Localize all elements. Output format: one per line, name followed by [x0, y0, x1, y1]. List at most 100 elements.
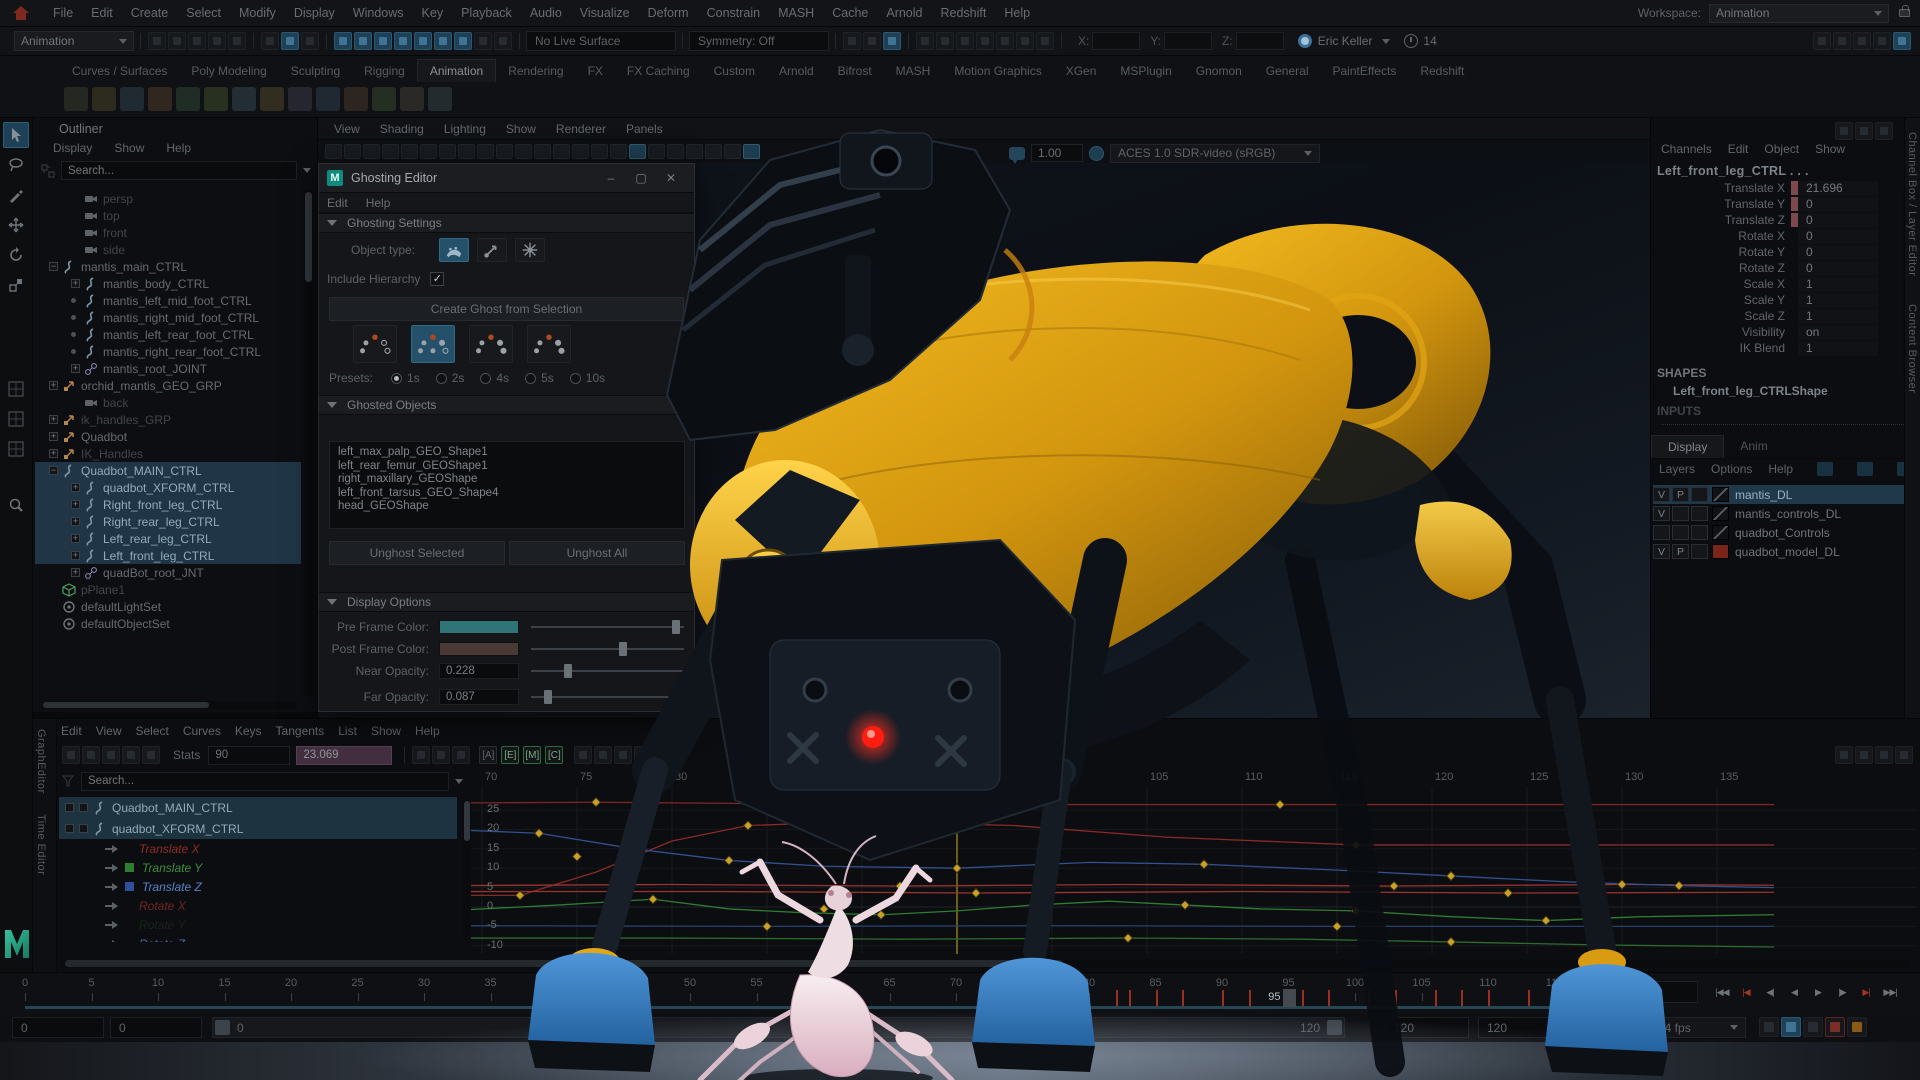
menubar-item-playback[interactable]: Playback — [452, 6, 521, 20]
layer-extra-toggle[interactable] — [1691, 544, 1708, 559]
linear-tangents-icon[interactable] — [594, 746, 612, 764]
anim-curve-speed-icon[interactable] — [1855, 122, 1873, 140]
animation-start-field[interactable]: 0 — [12, 1017, 104, 1038]
gate-mask-icon[interactable] — [515, 144, 532, 159]
outliner-item-quadbot-xform-ctrl[interactable]: +quadbot_XFORM_CTRL — [35, 479, 301, 496]
expand-toggle-icon[interactable]: + — [49, 415, 58, 424]
layer-editor-tab-display[interactable]: Display — [1651, 435, 1724, 458]
layer-color-swatch[interactable] — [1712, 525, 1729, 540]
insert-keys-icon[interactable] — [82, 746, 100, 764]
shelf-tab-bifrost[interactable]: Bifrost — [826, 60, 884, 82]
retime-keys-icon[interactable] — [142, 746, 160, 764]
playback-loop-icon[interactable] — [1759, 1017, 1779, 1037]
layer-extra-toggle[interactable] — [1691, 487, 1708, 502]
safe-title-icon[interactable] — [572, 144, 589, 159]
channel-value[interactable]: 1 — [1798, 309, 1878, 324]
visibility-toggle-icon[interactable] — [65, 824, 74, 833]
maximize-button-icon[interactable]: ▢ — [626, 171, 656, 185]
layer-visible-toggle[interactable] — [1653, 525, 1670, 540]
value-snap-icon[interactable] — [1855, 746, 1873, 764]
move-layer-up-icon[interactable] — [1817, 462, 1833, 476]
channel-box-icon[interactable] — [1893, 32, 1911, 50]
shelf-tab-gnomon[interactable]: Gnomon — [1184, 60, 1254, 82]
shelf-tab-general[interactable]: General — [1254, 60, 1321, 82]
menubar-item-help[interactable]: Help — [995, 6, 1039, 20]
expand-toggle-icon[interactable]: + — [71, 568, 80, 577]
graph-tree-quadbot-xform-ctrl[interactable]: quadbot_XFORM_CTRL — [59, 818, 457, 839]
tool-settings-icon[interactable] — [1873, 32, 1891, 50]
channel-box-menu-edit[interactable]: Edit — [1728, 142, 1749, 156]
channel-value[interactable]: 0 — [1798, 245, 1878, 260]
expand-toggle-icon[interactable]: + — [71, 551, 80, 560]
single-pane-layout-icon[interactable] — [3, 376, 29, 402]
menubar-item-deform[interactable]: Deform — [639, 6, 698, 20]
layer-editor-menu-options[interactable]: Options — [1711, 462, 1752, 476]
layer-editor-menu-layers[interactable]: Layers — [1659, 462, 1695, 476]
layer-playback-toggle[interactable] — [1672, 506, 1689, 521]
image-plane-icon[interactable] — [401, 144, 418, 159]
channel-value[interactable]: 1 — [1798, 341, 1878, 356]
channel-box-menu-object[interactable]: Object — [1764, 142, 1799, 156]
ghost-steps-sparse-icon[interactable] — [353, 325, 397, 363]
outliner-item-right-front-leg-ctrl[interactable]: +Right_front_leg_CTRL — [35, 496, 301, 513]
outliner-item-orchid-mantis-geo-grp[interactable]: +orchid_mantis_GEO_GRP — [35, 377, 301, 394]
ghost-steps-custom-icon[interactable] — [527, 325, 571, 363]
undo-icon[interactable] — [208, 32, 226, 50]
ghosted-object-item[interactable]: left_max_palp_GEO_Shape1 — [338, 446, 676, 460]
shelf-tab-motion-graphics[interactable]: Motion Graphics — [942, 60, 1053, 82]
ghost-preset-5s[interactable]: 5s — [525, 371, 554, 385]
unghost-selected-button[interactable]: Unghost Selected — [329, 541, 505, 565]
frame-playback-range-icon[interactable] — [432, 746, 450, 764]
layer-visible-toggle[interactable]: V — [1653, 506, 1670, 521]
outliner-item-side[interactable]: side — [35, 241, 301, 258]
layer-row-mantis-controls-dl[interactable]: Vmantis_controls_DL — [1653, 504, 1906, 523]
channel-value[interactable]: 1 — [1798, 293, 1878, 308]
channel-box-menu-channels[interactable]: Channels — [1661, 142, 1712, 156]
shelf-tab-custom[interactable]: Custom — [702, 60, 767, 82]
snap-grid-icon[interactable] — [334, 32, 352, 50]
outliner-item-top[interactable]: top — [35, 207, 301, 224]
input-connections-icon[interactable] — [843, 32, 861, 50]
close-button-icon[interactable]: ✕ — [656, 171, 686, 185]
wireframe-on-shaded-icon[interactable] — [629, 144, 646, 159]
graph-editor-menu-tangents[interactable]: Tangents — [276, 724, 325, 738]
live-surface-field[interactable]: No Live Surface — [526, 31, 676, 51]
character-controls-icon[interactable] — [1833, 32, 1851, 50]
expand-toggle-icon[interactable]: + — [49, 432, 58, 441]
shelf-icon[interactable] — [316, 87, 340, 111]
ghosted-object-item[interactable]: head_GEOShape — [338, 500, 676, 514]
outliner-item-mantis-right-mid-foot-ctrl[interactable]: mantis_right_mid_foot_CTRL — [35, 309, 301, 326]
fps-dropdown[interactable]: 24 fps — [1650, 1017, 1746, 1038]
scale-tool-icon[interactable] — [3, 272, 29, 298]
channel-manipulators-icon[interactable] — [1835, 122, 1853, 140]
lock-camera-icon[interactable] — [344, 144, 361, 159]
shelf-tab-fx[interactable]: FX — [576, 60, 615, 82]
shelf-icon[interactable] — [92, 87, 116, 111]
expand-toggle-icon[interactable]: + — [71, 279, 80, 288]
field-chart-icon[interactable] — [534, 144, 551, 159]
shelf-icon[interactable] — [372, 87, 396, 111]
graph-tree-translate-x[interactable]: Translate X — [59, 839, 457, 858]
menubar-item-visualize[interactable]: Visualize — [571, 6, 639, 20]
modeling-toolkit-icon[interactable] — [1813, 32, 1831, 50]
channel-value[interactable]: 0 — [1798, 229, 1878, 244]
move-tool-icon[interactable] — [3, 212, 29, 238]
region-select-keys-icon[interactable] — [122, 746, 140, 764]
play-backwards-button[interactable]: ◀ — [1782, 980, 1806, 1004]
shelf-icon[interactable] — [260, 87, 284, 111]
expand-toggle-icon[interactable]: + — [71, 500, 80, 509]
ghost-type-locator-icon[interactable] — [515, 238, 545, 262]
outliner-item-pplane1[interactable]: pPlane1 — [35, 581, 301, 598]
snap-projected-center-icon[interactable] — [394, 32, 412, 50]
expand-toggle-icon[interactable]: + — [71, 483, 80, 492]
expand-toggle-icon[interactable]: + — [71, 517, 80, 526]
outliner-item-left-front-leg-ctrl[interactable]: +Left_front_leg_CTRL — [35, 547, 301, 564]
shelf-icon[interactable] — [344, 87, 368, 111]
shelf-icon[interactable] — [232, 87, 256, 111]
colorspace-dropdown[interactable]: ACES 1.0 SDR-video (sRGB) — [1110, 144, 1320, 163]
spline-tangents-icon[interactable] — [574, 746, 592, 764]
move-layer-down-icon[interactable] — [1857, 462, 1873, 476]
safe-action-icon[interactable] — [553, 144, 570, 159]
pause-viewport-icon[interactable] — [1036, 32, 1054, 50]
graph-editor-horizontal-scrollbar[interactable] — [61, 959, 1910, 968]
